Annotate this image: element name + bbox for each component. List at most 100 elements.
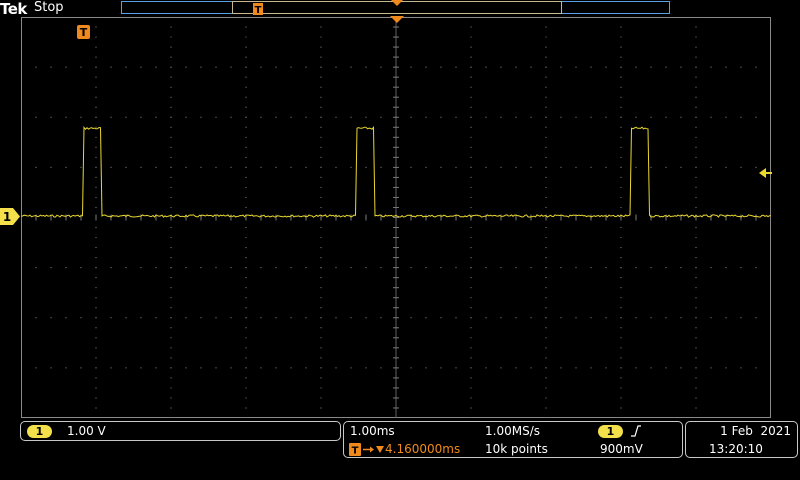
grid-dot [95, 46, 97, 48]
grid-dot [245, 166, 247, 168]
grid-dot [470, 287, 472, 289]
grid-dot [245, 307, 247, 309]
grid-dot [290, 317, 292, 319]
grid-dot [635, 66, 637, 68]
trigger-marker-icon[interactable]: T [77, 25, 90, 39]
grid-dot [110, 267, 112, 269]
grid-dot [320, 56, 322, 58]
grid-dot [500, 116, 502, 118]
grid-dot [305, 166, 307, 168]
grid-dot [65, 317, 67, 319]
grid-dot [425, 166, 427, 168]
grid-dot [470, 357, 472, 359]
time-label: 13:20:10 [709, 442, 763, 456]
grid-dot [635, 367, 637, 369]
grid-dot [695, 136, 697, 138]
grid-dot [665, 367, 667, 369]
grid-dot [170, 156, 172, 158]
grid-dot [695, 226, 697, 229]
grid-dot [155, 367, 157, 369]
grid-dot [410, 166, 412, 168]
grid-dot [695, 206, 697, 209]
grid-dot [185, 66, 187, 68]
grid-dot [545, 86, 547, 88]
grid-dot [545, 307, 547, 309]
waveform-display[interactable] [21, 17, 771, 418]
grid-dot [590, 267, 592, 269]
grid-dot [635, 116, 637, 118]
grid-dot [95, 156, 97, 158]
grid-dot [470, 106, 472, 108]
grid-dot [695, 377, 697, 379]
grid-dot [470, 327, 472, 329]
grid-dot [170, 367, 172, 369]
grid-dot [380, 317, 382, 319]
grid-dot [320, 146, 322, 148]
grid-dot [110, 66, 112, 68]
grid-dot [695, 166, 697, 168]
grid-dot [230, 317, 232, 319]
grid-dot [590, 317, 592, 319]
grid-dot [95, 307, 97, 309]
grid-dot [470, 196, 472, 199]
grid-dot [470, 186, 472, 189]
grid-dot [170, 96, 172, 98]
grid-dot [620, 136, 622, 138]
grid-dot [245, 106, 247, 108]
trigger-position-icon[interactable] [390, 16, 404, 24]
grid-dot [200, 267, 202, 269]
grid-dot [95, 226, 97, 229]
grid-dot [245, 277, 247, 279]
grid-dot [515, 317, 517, 319]
grid-dot [95, 126, 97, 128]
grid-dot [335, 317, 337, 319]
grid-dot [185, 317, 187, 319]
grid-dot [635, 267, 637, 269]
trigger-level-arrow-icon[interactable] [759, 167, 773, 179]
grid-dot [710, 66, 712, 68]
grid-dot [245, 146, 247, 148]
grid-dot [260, 116, 262, 118]
channel-1-readout[interactable]: 1 1.00 V [20, 421, 341, 441]
grid-dot [80, 317, 82, 319]
grid-dot [65, 267, 67, 269]
grid-dot [440, 317, 442, 319]
grid-dot [545, 297, 547, 299]
grid-dot [170, 146, 172, 148]
channel-1-badge: 1 [27, 425, 52, 438]
grid-dot [170, 56, 172, 58]
grid-dot [695, 56, 697, 58]
grid-dot [500, 317, 502, 319]
horizontal-trigger-readout[interactable]: 1.00ms 1.00MS/s 1 T 4.160000ms 10k point… [343, 421, 683, 458]
grid-dot [140, 116, 142, 118]
grid-dot [605, 166, 607, 168]
grid-dot [320, 96, 322, 98]
grid-dot [95, 96, 97, 98]
grid-dot [575, 267, 577, 269]
grid-dot [260, 66, 262, 68]
grid-dot [470, 407, 472, 409]
grid-dot [500, 166, 502, 168]
date-time-readout[interactable]: 1 Feb 2021 13:20:10 [685, 421, 798, 458]
grid-dot [380, 66, 382, 68]
grid-dot [620, 267, 622, 269]
channel-1-ground-marker[interactable]: 1 [0, 208, 21, 225]
grid-dot [620, 246, 622, 249]
grid-dot [155, 267, 157, 269]
grid-dot [95, 357, 97, 359]
grid-dot [320, 136, 322, 138]
grid-dot [35, 66, 37, 68]
grid-dot [170, 236, 172, 239]
grid-dot [95, 277, 97, 279]
grid-dot [515, 166, 517, 168]
grid-dot [245, 377, 247, 379]
grid-dot [650, 367, 652, 369]
grid-dot [470, 56, 472, 58]
grid-dot [530, 166, 532, 168]
grid-dot [620, 277, 622, 279]
grid-dot [485, 66, 487, 68]
grid-dot [545, 66, 547, 68]
grid-dot [575, 66, 577, 68]
grid-dot [665, 317, 667, 319]
grid-dot [575, 317, 577, 319]
